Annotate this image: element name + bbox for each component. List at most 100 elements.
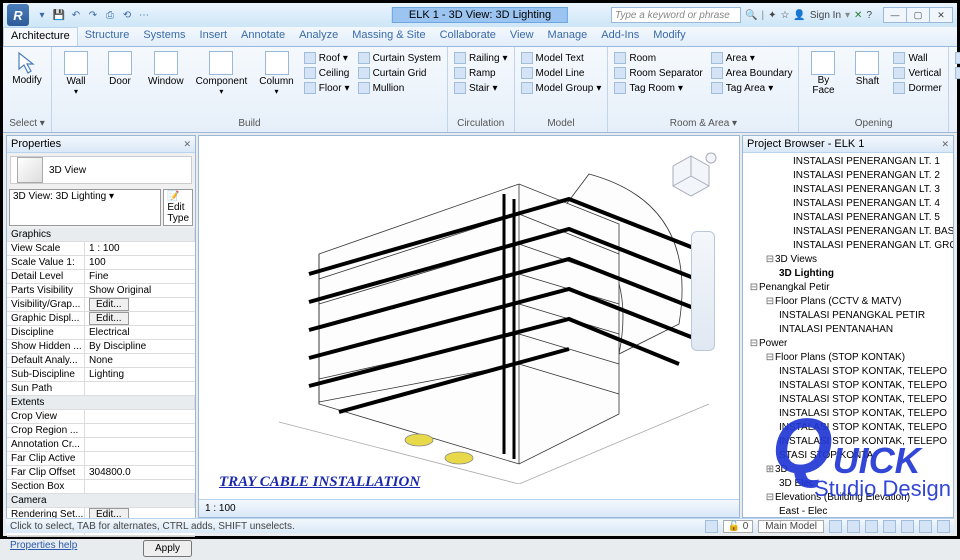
model-group-icon[interactable] (521, 82, 533, 94)
property-value[interactable] (85, 444, 195, 446)
property-row[interactable]: Visibility/Grap...Edit... (7, 298, 195, 312)
stair-button[interactable]: Stair (469, 83, 490, 94)
tab-insert[interactable]: Insert (193, 27, 235, 46)
qat-sync-icon[interactable]: ⟲ (120, 8, 134, 22)
maximize-button[interactable]: ▢ (906, 7, 930, 23)
tree-item[interactable]: 3D Lighting (743, 267, 953, 281)
tree-item[interactable]: East - Elec (743, 505, 953, 517)
filter-icon[interactable] (829, 520, 842, 533)
tab-manage[interactable]: Manage (541, 27, 595, 46)
property-row[interactable]: Far Clip Active (7, 452, 195, 466)
component-icon[interactable] (209, 51, 233, 75)
model-line-button[interactable]: Model Line (536, 68, 585, 79)
property-row[interactable]: Crop Region ... (7, 424, 195, 438)
properties-help-link[interactable]: Properties help (10, 540, 77, 557)
tab-view[interactable]: View (503, 27, 541, 46)
graphics-group[interactable]: Graphics (7, 228, 195, 241)
modify-button[interactable]: Modify (12, 75, 41, 86)
model-text-button[interactable]: Model Text (536, 53, 584, 64)
tree-item[interactable]: ⊞3D (743, 463, 953, 477)
tree-item[interactable]: INSTALASI PENERANGAN LT. BASI (743, 225, 953, 239)
tab-massing-site[interactable]: Massing & Site (345, 27, 432, 46)
wall-opening-icon[interactable] (893, 52, 905, 64)
tag-room-button[interactable]: Tag Room (629, 83, 675, 94)
tree-twisty-icon[interactable]: ⊞ (765, 463, 775, 477)
tree-item[interactable]: INSTALASI PENERANGAN LT. 4 (743, 197, 953, 211)
column-icon[interactable] (265, 51, 289, 75)
wall-button[interactable]: Wall (66, 76, 85, 87)
apply-button[interactable]: Apply (143, 540, 192, 557)
sync-icon[interactable] (919, 520, 932, 533)
property-row[interactable]: View Scale1 : 100 (7, 242, 195, 256)
property-row[interactable]: Section Box (7, 480, 195, 494)
column-button[interactable]: Column (259, 76, 293, 87)
tree-item[interactable]: INSTALASI STOP KONTAK, TELEPO (743, 393, 953, 407)
property-value[interactable]: 1 : 100 (85, 242, 195, 255)
property-row[interactable]: Detail LevelFine (7, 270, 195, 284)
vertical-button[interactable]: Vertical (908, 68, 941, 79)
by-face-button[interactable]: ByFace (812, 76, 834, 96)
navigation-bar[interactable] (691, 231, 715, 351)
property-value[interactable] (85, 416, 195, 418)
area-boundary-icon[interactable] (711, 67, 723, 79)
browser-close-icon[interactable]: ✕ (941, 139, 949, 150)
floor-icon[interactable] (304, 82, 316, 94)
tree-item[interactable]: INSTALASI STOP KONTAK, TELEPO (743, 421, 953, 435)
level-icon[interactable] (955, 52, 960, 64)
model-text-icon[interactable] (521, 52, 533, 64)
qat-redo-icon[interactable]: ↷ (86, 8, 100, 22)
property-row[interactable]: Sub-DisciplineLighting (7, 368, 195, 382)
property-value[interactable]: Electrical (85, 326, 195, 339)
tag-area-icon[interactable] (711, 82, 723, 94)
modify-cursor-icon[interactable] (15, 51, 39, 75)
property-row[interactable]: Sun Path (7, 382, 195, 396)
tree-item[interactable]: INSTALASI PENERANGAN LT. GRO (743, 239, 953, 253)
property-row[interactable]: Parts VisibilityShow Original (7, 284, 195, 298)
status-icon[interactable] (705, 520, 718, 533)
app-logo[interactable]: R (7, 4, 29, 26)
drawing-canvas[interactable]: TRAY CABLE INSTALLATION 1 : 100 (198, 135, 740, 518)
tree-item[interactable]: INTALASI PENTANAHAN (743, 323, 953, 337)
dormer-button[interactable]: Dormer (908, 83, 941, 94)
tree-item[interactable]: INSTALASI PENERANGAN LT. 2 (743, 169, 953, 183)
property-row[interactable]: DisciplineElectrical (7, 326, 195, 340)
tab-add-ins[interactable]: Add-Ins (594, 27, 646, 46)
area-button[interactable]: Area (726, 53, 747, 64)
exchange-icon[interactable]: ✕ (854, 10, 862, 21)
tab-annotate[interactable]: Annotate (234, 27, 292, 46)
qat-more-icon[interactable]: ⋯ (137, 8, 151, 22)
ceiling-icon[interactable] (304, 67, 316, 79)
design-options-icon[interactable] (865, 520, 878, 533)
by-face-icon[interactable] (811, 51, 835, 75)
favorite-icon[interactable]: ☆ (780, 10, 789, 21)
qat-undo-icon[interactable]: ↶ (69, 8, 83, 22)
tree-twisty-icon[interactable]: ⊟ (765, 295, 775, 309)
tree-twisty-icon[interactable]: ⊟ (749, 281, 759, 295)
room-sep-button[interactable]: Room Separator (629, 68, 702, 79)
component-button[interactable]: Component (196, 76, 248, 87)
minimize-button[interactable]: — (883, 7, 907, 23)
property-value[interactable]: 100 (85, 256, 195, 269)
edit-type-button[interactable]: 📝 Edit Type (163, 189, 193, 226)
tab-collaborate[interactable]: Collaborate (433, 27, 503, 46)
stair-icon[interactable] (454, 82, 466, 94)
shaft-button[interactable]: Shaft (856, 76, 879, 87)
window-button[interactable]: Window (148, 76, 184, 87)
area-boundary-button[interactable]: Area Boundary (726, 68, 793, 79)
curtain-system-icon[interactable] (358, 52, 370, 64)
mullion-icon[interactable] (358, 82, 370, 94)
railing-button[interactable]: Railing (469, 53, 500, 64)
qat-save-icon[interactable]: 💾 (52, 8, 66, 22)
area-icon[interactable] (711, 52, 723, 64)
tree-item[interactable]: ⊟Floor Plans (CCTV & MATV) (743, 295, 953, 309)
tab-architecture[interactable]: Architecture (3, 27, 78, 46)
tree-item[interactable]: ⊟Floor Plans (STOP KONTAK) (743, 351, 953, 365)
property-value[interactable]: By Discipline (85, 340, 195, 353)
railing-icon[interactable] (454, 52, 466, 64)
property-value[interactable]: Edit... (85, 298, 195, 311)
property-row[interactable]: Crop View (7, 410, 195, 424)
project-tree[interactable]: INSTALASI PENERANGAN LT. 1INSTALASI PENE… (743, 153, 953, 517)
type-selector[interactable]: 3D View: 3D Lighting ▾ (9, 189, 161, 226)
property-value[interactable] (85, 388, 195, 390)
help-icon[interactable]: ? (866, 10, 872, 21)
